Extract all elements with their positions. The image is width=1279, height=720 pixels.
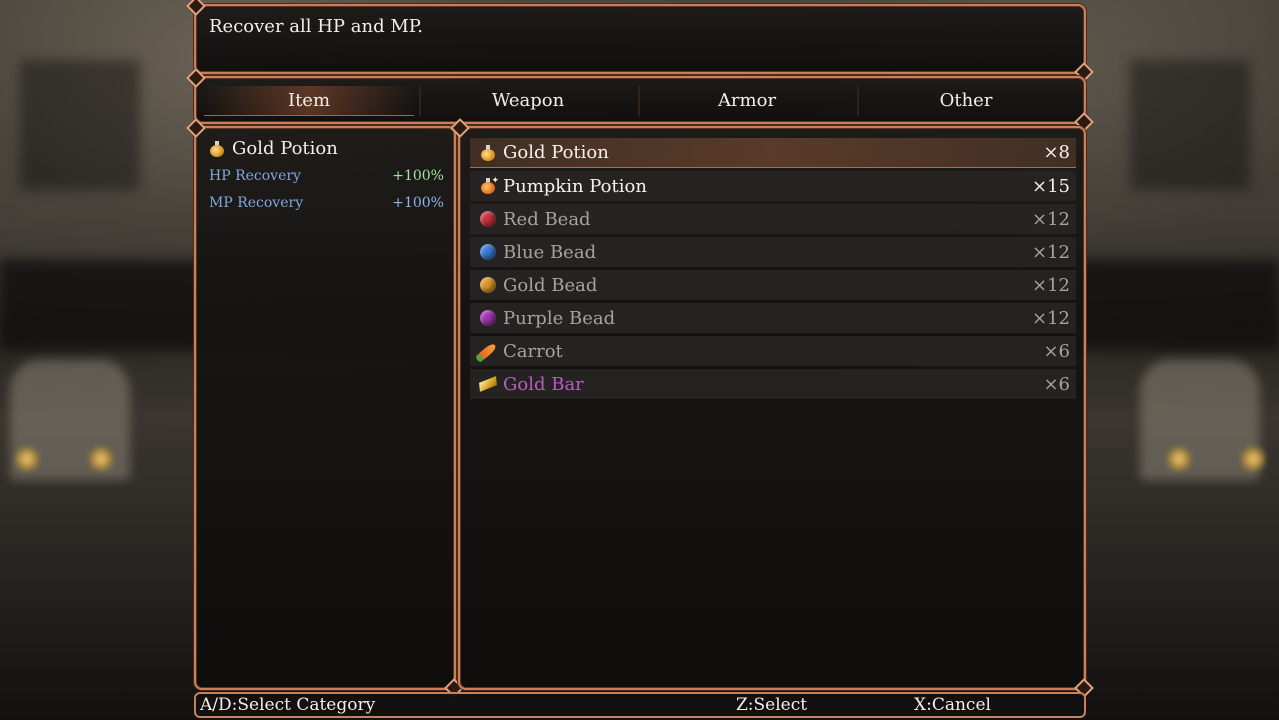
purple-bead-icon — [480, 310, 496, 326]
gold-bead-icon — [480, 277, 496, 293]
red-bead-icon — [480, 211, 496, 227]
item-row-carrot[interactable]: Carrot ×6 — [470, 336, 1076, 366]
item-name: Blue Bead — [503, 241, 597, 263]
category-tabs: Item Weapon Armor Other — [194, 76, 1086, 124]
item-name: Carrot — [503, 340, 563, 362]
detail-item-name: Gold Potion — [232, 138, 338, 159]
stat-value: +100% — [392, 195, 444, 211]
item-name: Red Bead — [503, 208, 591, 230]
stat-mp-recovery: MP Recovery +100% — [209, 195, 444, 211]
item-quantity: ×12 — [1032, 241, 1070, 263]
item-quantity: ×6 — [1043, 340, 1070, 362]
item-name: Gold Bar — [503, 373, 584, 395]
item-quantity: ×8 — [1043, 142, 1070, 163]
hint-cancel: X:Cancel — [914, 695, 991, 715]
item-quantity: ×12 — [1032, 208, 1070, 230]
help-window: Recover all HP and MP. — [194, 4, 1086, 74]
item-row-gold-potion[interactable]: Gold Potion ×8 — [470, 138, 1076, 168]
item-detail-window: Gold Potion HP Recovery +100% MP Recover… — [194, 126, 456, 690]
pumpkin-potion-icon: ✦ — [481, 176, 499, 194]
item-row-red-bead[interactable]: Red Bead ×12 — [470, 204, 1076, 234]
item-quantity: ×15 — [1032, 175, 1070, 197]
item-row-gold-bead[interactable]: Gold Bead ×12 — [470, 270, 1076, 300]
tab-other[interactable]: Other — [857, 86, 1071, 116]
item-row-purple-bead[interactable]: Purple Bead ×12 — [470, 303, 1076, 333]
item-quantity: ×6 — [1043, 373, 1070, 395]
stat-value: +100% — [392, 168, 444, 184]
gold-bar-icon — [479, 376, 497, 392]
item-list-window: Gold Potion ×8 ✦ Pumpkin Potion ×15 Red … — [458, 126, 1086, 690]
stat-hp-recovery: HP Recovery +100% — [209, 168, 444, 184]
tab-weapon[interactable]: Weapon — [419, 86, 633, 116]
carrot-icon — [478, 342, 498, 360]
tab-armor[interactable]: Armor — [638, 86, 852, 116]
item-row-blue-bead[interactable]: Blue Bead ×12 — [470, 237, 1076, 267]
help-text: Recover all HP and MP. — [209, 16, 423, 37]
blue-bead-icon — [480, 244, 496, 260]
key-hint-bar: A/D:Select Category Z:Select X:Cancel — [194, 692, 1086, 718]
item-name: Pumpkin Potion — [503, 175, 647, 197]
item-quantity: ×12 — [1032, 274, 1070, 296]
item-row-pumpkin-potion[interactable]: ✦ Pumpkin Potion ×15 — [470, 171, 1076, 201]
item-name: Gold Potion — [503, 142, 609, 163]
gold-potion-icon — [481, 144, 495, 161]
stat-label: MP Recovery — [209, 195, 304, 211]
detail-header: Gold Potion — [210, 138, 338, 159]
stat-label: HP Recovery — [209, 168, 301, 184]
item-name: Gold Bead — [503, 274, 598, 296]
item-row-gold-bar[interactable]: Gold Bar ×6 — [470, 369, 1076, 399]
tab-item[interactable]: Item — [204, 86, 414, 116]
gold-potion-icon — [210, 140, 224, 157]
hint-select: Z:Select — [736, 695, 808, 715]
hint-select-category: A/D:Select Category — [200, 695, 376, 715]
item-quantity: ×12 — [1032, 307, 1070, 329]
item-name: Purple Bead — [503, 307, 616, 329]
